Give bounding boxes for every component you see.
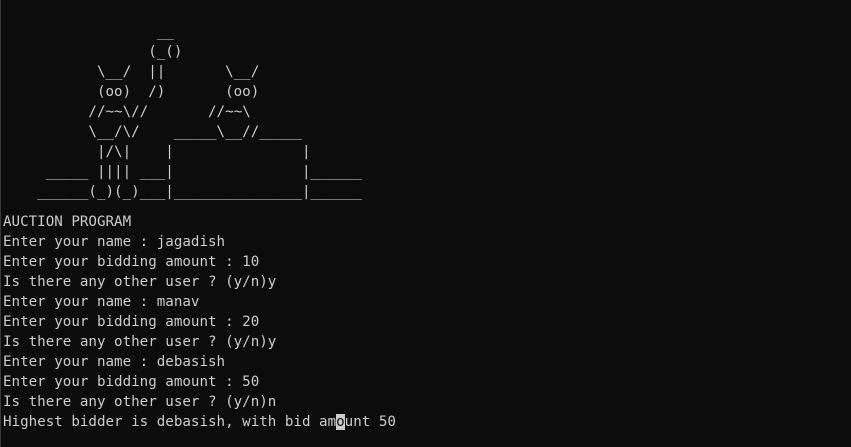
output-line: Is there any other user ? (y/n)n <box>3 394 277 410</box>
output-line: Is there any other user ? (y/n)y <box>3 274 277 290</box>
ascii-art-line: //~~\// //~~\ <box>3 104 251 120</box>
output-line: Enter your bidding amount : 20 <box>3 314 260 330</box>
ascii-art-line: |/\| | | <box>3 144 311 160</box>
text-cursor: o <box>336 414 345 430</box>
ascii-art-line: \__/\/ _____\__//_____ <box>3 124 302 140</box>
ascii-art-line: (oo) /) (oo) <box>3 84 260 100</box>
result-line: Highest bidder is debasish, with bid amo… <box>3 412 396 432</box>
ascii-art-line: \__/ || \__/ <box>3 64 260 80</box>
result-text-before-cursor: Highest bidder is debasish, with bid am <box>3 414 337 430</box>
program-title: AUCTION PROGRAM <box>3 214 132 230</box>
ascii-art-line: __ <box>3 24 174 40</box>
output-line: Enter your bidding amount : 50 <box>3 374 260 390</box>
result-text-after-cursor: unt 50 <box>344 414 396 430</box>
output-line: Enter your name : manav <box>3 294 200 310</box>
output-line: Enter your name : jagadish <box>3 234 226 250</box>
ascii-art-line: _____ |||| ___| |______ <box>3 164 362 180</box>
ascii-art-line: (_() <box>3 44 183 60</box>
output-line: Is there any other user ? (y/n)y <box>3 334 277 350</box>
ascii-art-line: ______(_)(_)___|_______________|______ <box>3 184 362 200</box>
output-line: Enter your bidding amount : 10 <box>3 254 260 270</box>
console-window[interactable]: __ (_() \__/ || \__/ (oo) /) (oo) //~~\/… <box>0 0 851 447</box>
output-line: Enter your name : debasish <box>3 354 226 370</box>
